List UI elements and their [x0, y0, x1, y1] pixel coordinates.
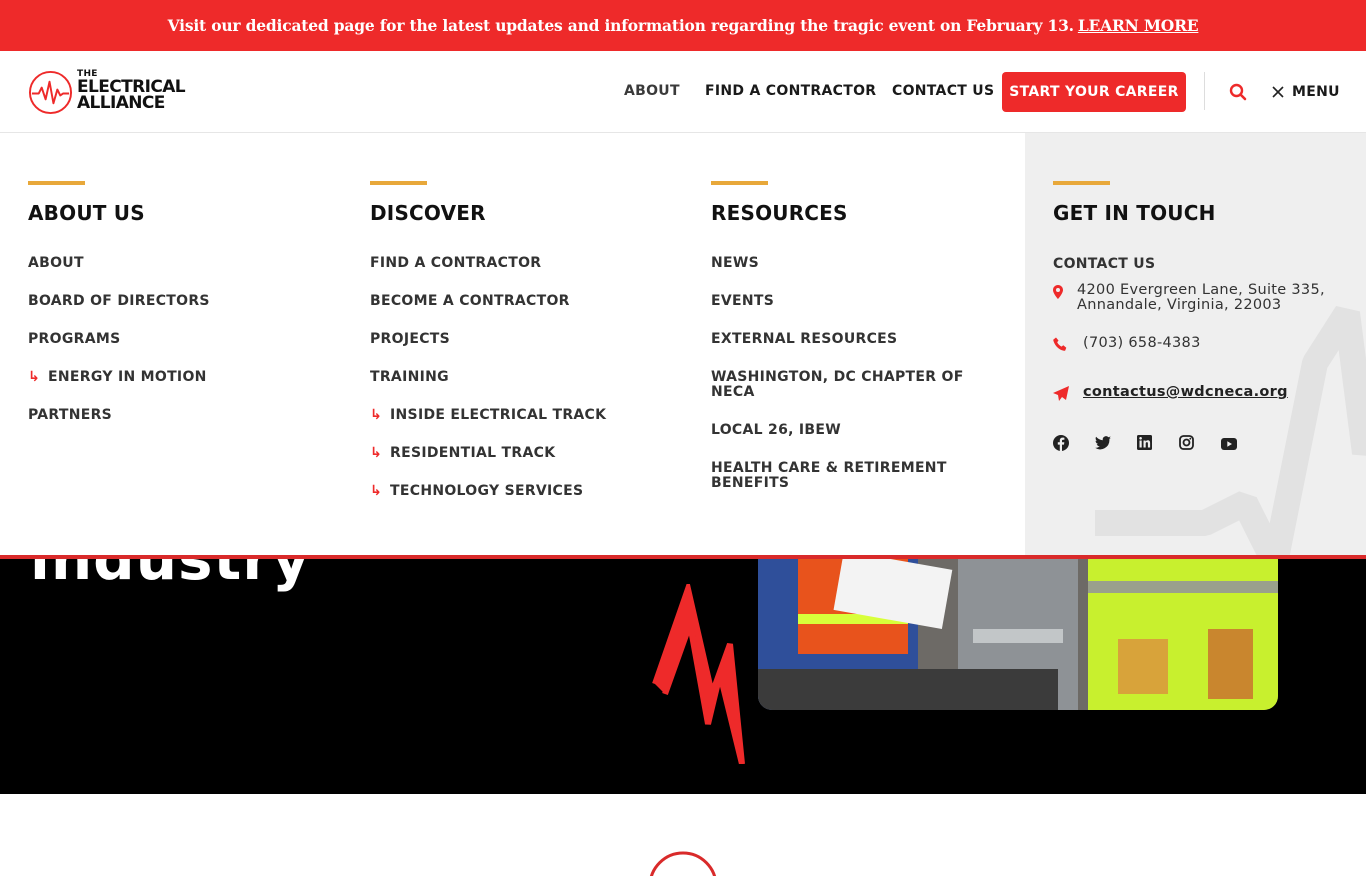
- logo-wordmark: THE ELECTRICAL ALLIANCE: [77, 69, 186, 113]
- nav-about[interactable]: ABOUT: [624, 83, 680, 99]
- menu-item-energy-in-motion[interactable]: ↳ ENERGY IN MOTION: [28, 370, 210, 385]
- hero-title: industry: [30, 559, 311, 593]
- subitem-arrow-icon: ↳: [370, 483, 383, 499]
- menu-item-news[interactable]: NEWS: [711, 256, 981, 271]
- footer-logo-icon: [649, 851, 717, 876]
- address-line-1: 4200 Evergreen Lane, Suite 335,: [1077, 282, 1325, 298]
- search-icon[interactable]: [1228, 82, 1248, 102]
- map-pin-icon: [1053, 283, 1077, 299]
- menu-item-dc-chapter-neca[interactable]: WASHINGTON, DC CHAPTER OF NECA: [711, 370, 981, 400]
- menu-item-find-a-contractor[interactable]: FIND A CONTRACTOR: [370, 256, 606, 271]
- about-us-list: ABOUT BOARD OF DIRECTORS PROGRAMS ↳ ENERG…: [28, 256, 210, 423]
- menu-item-partners[interactable]: PARTNERS: [28, 408, 210, 423]
- announcement-text: Visit our dedicated page for the latest …: [167, 16, 1074, 35]
- column-accent-bar: [370, 181, 427, 185]
- nav-find-contractor[interactable]: FIND A CONTRACTOR: [705, 83, 876, 99]
- menu-item-residential-track[interactable]: ↳ RESIDENTIAL TRACK: [370, 446, 606, 461]
- site-logo[interactable]: THE ELECTRICAL ALLIANCE: [28, 69, 188, 115]
- email-link[interactable]: contactus@wdcneca.org: [1083, 384, 1288, 400]
- linkedin-icon[interactable]: [1137, 435, 1153, 451]
- logo-mark-icon: [28, 70, 73, 115]
- menu-item-events[interactable]: EVENTS: [711, 294, 981, 309]
- nav-divider: [1204, 72, 1205, 110]
- contact-us-link[interactable]: CONTACT US: [1053, 256, 1343, 272]
- about-us-column: ABOUT US ABOUT BOARD OF DIRECTORS PROGRA…: [28, 181, 210, 446]
- address-line-2: Annandale, Virginia, 22003: [1077, 297, 1282, 313]
- subitem-arrow-icon: ↳: [28, 369, 41, 385]
- resources-list: NEWS EVENTS EXTERNAL RESOURCES WASHINGTO…: [711, 256, 981, 491]
- menu-item-become-a-contractor[interactable]: BECOME A CONTRACTOR: [370, 294, 606, 309]
- menu-item-projects[interactable]: PROJECTS: [370, 332, 606, 347]
- site-header: THE ELECTRICAL ALLIANCE ABOUT FIND A CON…: [0, 51, 1366, 133]
- email-row[interactable]: contactus@wdcneca.org: [1053, 384, 1343, 401]
- announcement-bar: Visit our dedicated page for the latest …: [0, 0, 1366, 51]
- column-title: DISCOVER: [370, 201, 486, 225]
- mega-menu-bottom-border: [0, 555, 1366, 559]
- menu-item-local-26-ibew[interactable]: LOCAL 26, IBEW: [711, 423, 981, 438]
- get-in-touch-column: GET IN TOUCH CONTACT US 4200 Evergreen L…: [1053, 181, 1343, 451]
- workers-photo-image: [758, 559, 1278, 710]
- phone-icon: [1053, 335, 1083, 352]
- menu-item-about[interactable]: ABOUT: [28, 256, 210, 271]
- instagram-icon[interactable]: [1179, 435, 1195, 451]
- phone-row[interactable]: (703) 658-4383: [1053, 335, 1343, 352]
- menu-item-training[interactable]: TRAINING: [370, 370, 606, 385]
- menu-item-inside-electrical-track[interactable]: ↳ INSIDE ELECTRICAL TRACK: [370, 408, 606, 423]
- menu-item-health-care-retirement[interactable]: HEALTH CARE & RETIREMENT BENEFITS: [711, 461, 981, 491]
- subitem-arrow-icon: ↳: [370, 445, 383, 461]
- social-links: [1053, 435, 1343, 451]
- menu-item-technology-services[interactable]: ↳ TECHNOLOGY SERVICES: [370, 484, 606, 499]
- subitem-arrow-icon: ↳: [370, 407, 383, 423]
- menu-item-external-resources[interactable]: EXTERNAL RESOURCES: [711, 332, 981, 347]
- address-row: 4200 Evergreen Lane, Suite 335, Annandal…: [1053, 283, 1343, 313]
- discover-column: DISCOVER FIND A CONTRACTOR BECOME A CONT…: [370, 181, 606, 522]
- youtube-icon[interactable]: [1221, 435, 1237, 451]
- menu-item-programs[interactable]: PROGRAMS: [28, 332, 210, 347]
- menu-toggle-button[interactable]: MENU: [1272, 82, 1340, 102]
- hero-photo: [758, 559, 1278, 710]
- start-career-button[interactable]: START YOUR CAREER: [1002, 72, 1186, 112]
- lightning-graphic: [652, 584, 745, 764]
- column-accent-bar: [1053, 181, 1110, 185]
- mega-menu-panel: ABOUT US ABOUT BOARD OF DIRECTORS PROGRA…: [0, 133, 1366, 555]
- nav-contact-us[interactable]: CONTACT US: [892, 83, 994, 99]
- menu-label: MENU: [1292, 84, 1340, 100]
- phone-number[interactable]: (703) 658-4383: [1083, 335, 1201, 351]
- column-title: GET IN TOUCH: [1053, 201, 1216, 225]
- column-accent-bar: [711, 181, 768, 185]
- column-accent-bar: [28, 181, 85, 185]
- menu-item-board-of-directors[interactable]: BOARD OF DIRECTORS: [28, 294, 210, 309]
- column-title: ABOUT US: [28, 201, 145, 225]
- twitter-icon[interactable]: [1095, 435, 1111, 451]
- learn-more-link[interactable]: LEARN MORE: [1078, 16, 1199, 35]
- discover-list: FIND A CONTRACTOR BECOME A CONTRACTOR PR…: [370, 256, 606, 499]
- column-title: RESOURCES: [711, 201, 848, 225]
- close-icon: [1272, 86, 1284, 98]
- send-icon: [1053, 384, 1083, 401]
- facebook-icon[interactable]: [1053, 435, 1069, 451]
- resources-column: RESOURCES NEWS EVENTS EXTERNAL RESOURCES…: [711, 181, 981, 514]
- hero-section: industry: [0, 559, 1366, 794]
